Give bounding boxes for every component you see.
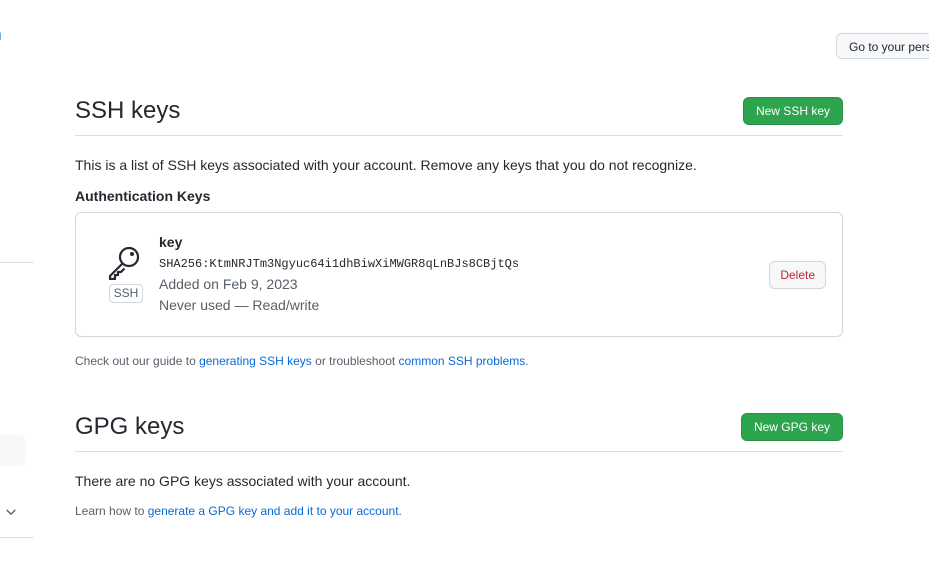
gpg-help-prefix: Learn how to <box>75 504 148 518</box>
sidebar-divider <box>0 262 34 263</box>
key-fingerprint: SHA256:KtmNRJTm3Ngyuc64i1dhBiwXiMWGR8qLn… <box>159 257 520 271</box>
go-to-profile-button[interactable]: Go to your pers <box>836 33 929 59</box>
key-icon <box>108 246 140 280</box>
ssh-key-item: SSH key SHA256:KtmNRJTm3Ngyuc64i1dhBiwXi… <box>75 212 843 337</box>
new-ssh-key-button[interactable]: New SSH key <box>742 97 843 125</box>
gpg-help-suffix: . <box>398 504 402 518</box>
key-added-date: Added on Feb 9, 2023 <box>159 276 298 292</box>
key-title: key <box>159 234 183 250</box>
generate-gpg-key-link[interactable]: generate a GPG key and add it to your ac… <box>148 504 399 518</box>
new-gpg-key-button[interactable]: New GPG key <box>740 413 843 441</box>
ssh-keys-title: SSH keys <box>75 97 181 124</box>
ssh-section-header: SSH keys New SSH key <box>75 97 843 136</box>
key-usage: Never used — Read/write <box>159 297 320 313</box>
common-ssh-problems-link[interactable]: common SSH problems <box>399 354 526 368</box>
authentication-keys-heading: Authentication Keys <box>75 188 211 204</box>
ssh-help-middle: or troubleshoot <box>311 354 399 368</box>
ssh-description: This is a list of SSH keys associated wi… <box>75 157 697 173</box>
ssh-badge: SSH <box>109 284 143 303</box>
gpg-section-header: GPG keys New GPG key <box>75 413 843 452</box>
gpg-keys-title: GPG keys <box>75 413 185 440</box>
chevron-down-icon[interactable] <box>4 505 18 519</box>
gpg-help-note: Learn how to generate a GPG key and add … <box>75 504 402 518</box>
ssh-help-prefix: Check out our guide to <box>75 354 200 368</box>
delete-key-button[interactable]: Delete <box>769 261 826 289</box>
ssh-help-suffix: . <box>525 354 529 368</box>
gpg-empty-message: There are no GPG keys associated with yo… <box>75 473 411 489</box>
ssh-help-note: Check out our guide to generating SSH ke… <box>75 354 529 368</box>
sidebar-divider <box>0 537 34 538</box>
generating-ssh-keys-link[interactable]: generating SSH keys <box>199 354 312 368</box>
sidebar-edge-link-fragment[interactable]: ı <box>0 27 2 43</box>
sidebar-selected-item[interactable] <box>0 435 26 466</box>
